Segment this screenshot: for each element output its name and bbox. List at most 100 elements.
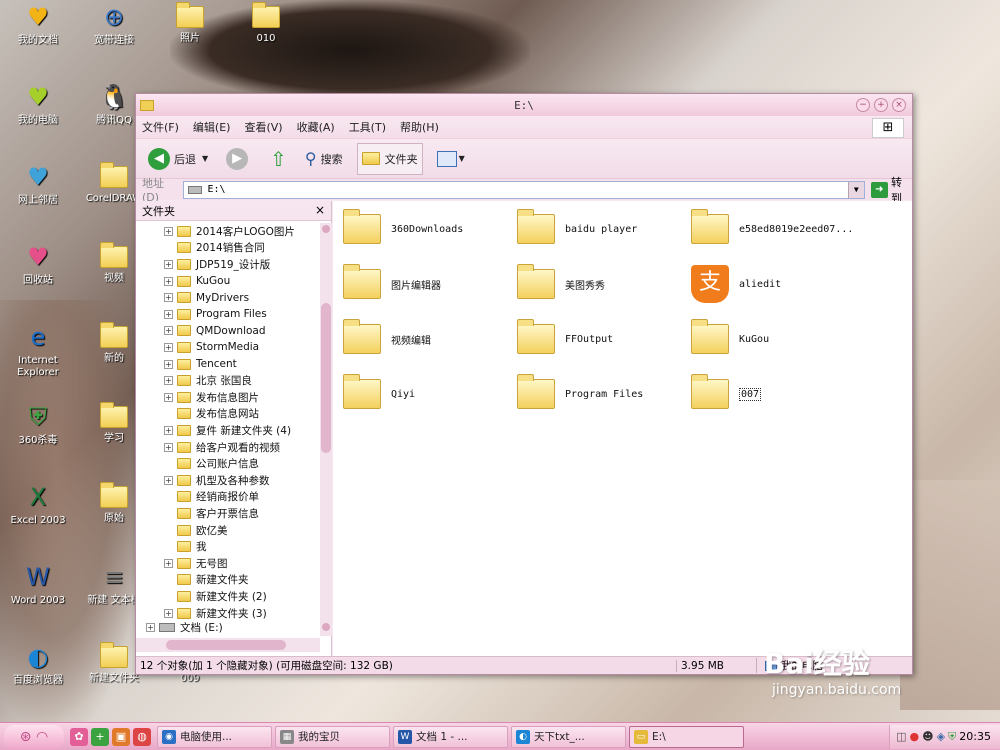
desktop-icon[interactable]: 010 bbox=[228, 2, 304, 45]
tree-item[interactable]: 公司账户信息 bbox=[164, 455, 259, 472]
explorer-window[interactable]: E:\ − + × 文件(F) 编辑(E) 查看(V) 收藏(A) 工具(T) … bbox=[135, 93, 913, 675]
start-button[interactable]: ⊛ ◠ bbox=[4, 724, 64, 749]
desktop-icon[interactable]: ⛨ 360杀毒 bbox=[0, 402, 76, 447]
quick-launch-icon[interactable]: ✿ bbox=[70, 727, 88, 746]
close-button[interactable]: × bbox=[892, 98, 906, 112]
expand-icon[interactable]: + bbox=[164, 293, 173, 303]
desktop-icon[interactable]: X Excel 2003 bbox=[0, 482, 76, 527]
horizontal-scrollbar[interactable] bbox=[136, 638, 320, 652]
search-button[interactable]: ⚲ 搜索 bbox=[301, 143, 347, 175]
expand-icon[interactable]: + bbox=[164, 558, 173, 568]
file-item[interactable]: Qiyi bbox=[343, 374, 513, 414]
tree-item[interactable]: + KuGou bbox=[164, 273, 230, 290]
expand-icon[interactable]: + bbox=[146, 622, 155, 632]
tree-item[interactable]: 新建文件夹 (2) bbox=[164, 588, 267, 605]
file-item[interactable]: 360Downloads bbox=[343, 209, 513, 249]
expand-icon[interactable]: + bbox=[164, 276, 173, 286]
tree-item[interactable]: 欧亿美 bbox=[164, 522, 228, 539]
views-button[interactable]: ▼ bbox=[433, 143, 469, 175]
expand-icon[interactable]: + bbox=[164, 475, 173, 485]
vertical-scrollbar[interactable] bbox=[320, 223, 332, 636]
quick-launch-icon[interactable]: + bbox=[91, 727, 109, 746]
tree-item[interactable]: + 发布信息图片 bbox=[164, 389, 259, 406]
tree-item[interactable]: 我 bbox=[164, 538, 207, 555]
tray-icon[interactable]: ◈ bbox=[937, 730, 945, 743]
tree-item[interactable]: + 给客户观看的视频 bbox=[164, 439, 280, 456]
chevron-down-icon[interactable]: ▼ bbox=[847, 181, 864, 198]
menu-file[interactable]: 文件(F) bbox=[142, 119, 179, 135]
tree-item[interactable]: + JDP519_设计版 bbox=[164, 256, 270, 273]
back-button[interactable]: ◀ 后退 ▼ bbox=[144, 143, 212, 175]
tree-item[interactable]: + 机型及各种参数 bbox=[164, 472, 270, 489]
desktop-icon[interactable]: ◐ 百度浏览器 bbox=[0, 642, 76, 687]
tree-item[interactable]: + 北京 张国良 bbox=[164, 372, 252, 389]
file-item[interactable]: 视频编辑 bbox=[343, 319, 513, 359]
file-item[interactable]: FFOutput bbox=[517, 319, 687, 359]
desktop-icon[interactable]: ⊕ 宽带连接 bbox=[76, 2, 152, 47]
expand-icon[interactable]: + bbox=[164, 259, 173, 269]
file-item[interactable]: Program Files bbox=[517, 374, 687, 414]
menu-view[interactable]: 查看(V) bbox=[244, 119, 282, 135]
expand-icon[interactable]: + bbox=[164, 326, 173, 336]
menu-favorites[interactable]: 收藏(A) bbox=[297, 119, 335, 135]
tray-icon[interactable]: ⛨ bbox=[948, 730, 956, 744]
tree-item[interactable]: 发布信息网站 bbox=[164, 406, 259, 423]
taskbar-button[interactable]: ▦ 我的宝贝 bbox=[275, 725, 390, 748]
menu-help[interactable]: 帮助(H) bbox=[400, 119, 439, 135]
tree-item[interactable]: 经销商报价单 bbox=[164, 489, 259, 506]
tray-icon[interactable]: ● bbox=[910, 730, 920, 743]
folders-button[interactable]: 文件夹 bbox=[356, 142, 423, 175]
taskbar-button[interactable]: W 文档 1 - ... bbox=[393, 725, 508, 748]
expand-icon[interactable]: + bbox=[164, 376, 173, 386]
tray-icon[interactable]: ☻ bbox=[922, 730, 933, 743]
quick-launch-icon[interactable]: ▣ bbox=[112, 727, 130, 746]
quick-launch-icon[interactable]: ◍ bbox=[133, 727, 151, 746]
tree-item[interactable]: + MyDrivers bbox=[164, 289, 249, 306]
expand-icon[interactable]: + bbox=[164, 359, 173, 369]
desktop-icon[interactable]: 照片 bbox=[152, 2, 228, 45]
chevron-down-icon[interactable]: ▼ bbox=[202, 154, 208, 163]
desktop-icon[interactable]: ♥ 回收站 bbox=[0, 242, 76, 287]
tree-item[interactable]: 新建文件夹 bbox=[164, 572, 249, 589]
tree-item[interactable]: + StormMedia bbox=[164, 339, 259, 356]
tree-item[interactable]: 客户开票信息 bbox=[164, 505, 259, 522]
taskbar-button[interactable]: ▭ E:\ bbox=[629, 725, 744, 748]
menu-edit[interactable]: 编辑(E) bbox=[193, 119, 231, 135]
expand-icon[interactable]: + bbox=[164, 226, 173, 236]
desktop-icon[interactable]: ♥ 我的电脑 bbox=[0, 82, 76, 127]
minimize-button[interactable]: − bbox=[856, 98, 870, 112]
desktop-icon[interactable]: W Word 2003 bbox=[0, 562, 76, 607]
tree-item-drive-e[interactable]: + 文档 (E:) bbox=[146, 619, 223, 636]
taskbar-button[interactable]: ◐ 天下txt_... bbox=[511, 725, 626, 748]
scroll-down-icon[interactable] bbox=[322, 623, 330, 631]
file-item[interactable]: baidu player bbox=[517, 209, 687, 249]
desktop-icon[interactable]: e Internet Explorer bbox=[0, 322, 76, 379]
file-item[interactable]: 图片编辑器 bbox=[343, 264, 513, 304]
tree-item[interactable]: + QMDownload bbox=[164, 323, 266, 340]
file-item[interactable]: KuGou bbox=[691, 319, 861, 359]
file-item[interactable]: 美图秀秀 bbox=[517, 264, 687, 304]
scroll-up-icon[interactable] bbox=[322, 225, 330, 233]
expand-icon[interactable]: + bbox=[164, 425, 173, 435]
file-list-pane[interactable]: 360Downloads baidu player e58ed8019e2eed07… bbox=[333, 201, 912, 656]
scrollbar-thumb[interactable] bbox=[166, 640, 286, 650]
tray-icon[interactable]: ◫ bbox=[896, 730, 906, 743]
tree-item[interactable]: + Tencent bbox=[164, 356, 237, 373]
forward-button[interactable]: ▶ bbox=[222, 143, 256, 175]
maximize-button[interactable]: + bbox=[874, 98, 888, 112]
expand-icon[interactable]: + bbox=[164, 309, 173, 319]
tree-item[interactable]: + 复件 新建文件夹 (4) bbox=[164, 422, 291, 439]
tree-item[interactable]: +2014客户LOGO图片 bbox=[164, 223, 295, 240]
expand-icon[interactable]: + bbox=[164, 392, 173, 402]
file-item[interactable]: 支 aliedit bbox=[691, 264, 861, 304]
address-input[interactable]: E:\ ▼ bbox=[183, 180, 865, 199]
expand-icon[interactable]: + bbox=[164, 342, 173, 352]
desktop-icon[interactable]: ♥ 我的文档 bbox=[0, 2, 76, 47]
expand-icon[interactable]: + bbox=[164, 608, 173, 618]
scrollbar-thumb[interactable] bbox=[321, 303, 331, 453]
menu-tools[interactable]: 工具(T) bbox=[349, 119, 386, 135]
tree-item[interactable]: 2014销售合同 bbox=[164, 240, 265, 257]
file-item[interactable]: e58ed8019e2eed07... bbox=[691, 209, 861, 249]
desktop-icon[interactable]: ♥ 网上邻居 bbox=[0, 162, 76, 207]
up-button[interactable]: ⇧ bbox=[266, 143, 291, 175]
